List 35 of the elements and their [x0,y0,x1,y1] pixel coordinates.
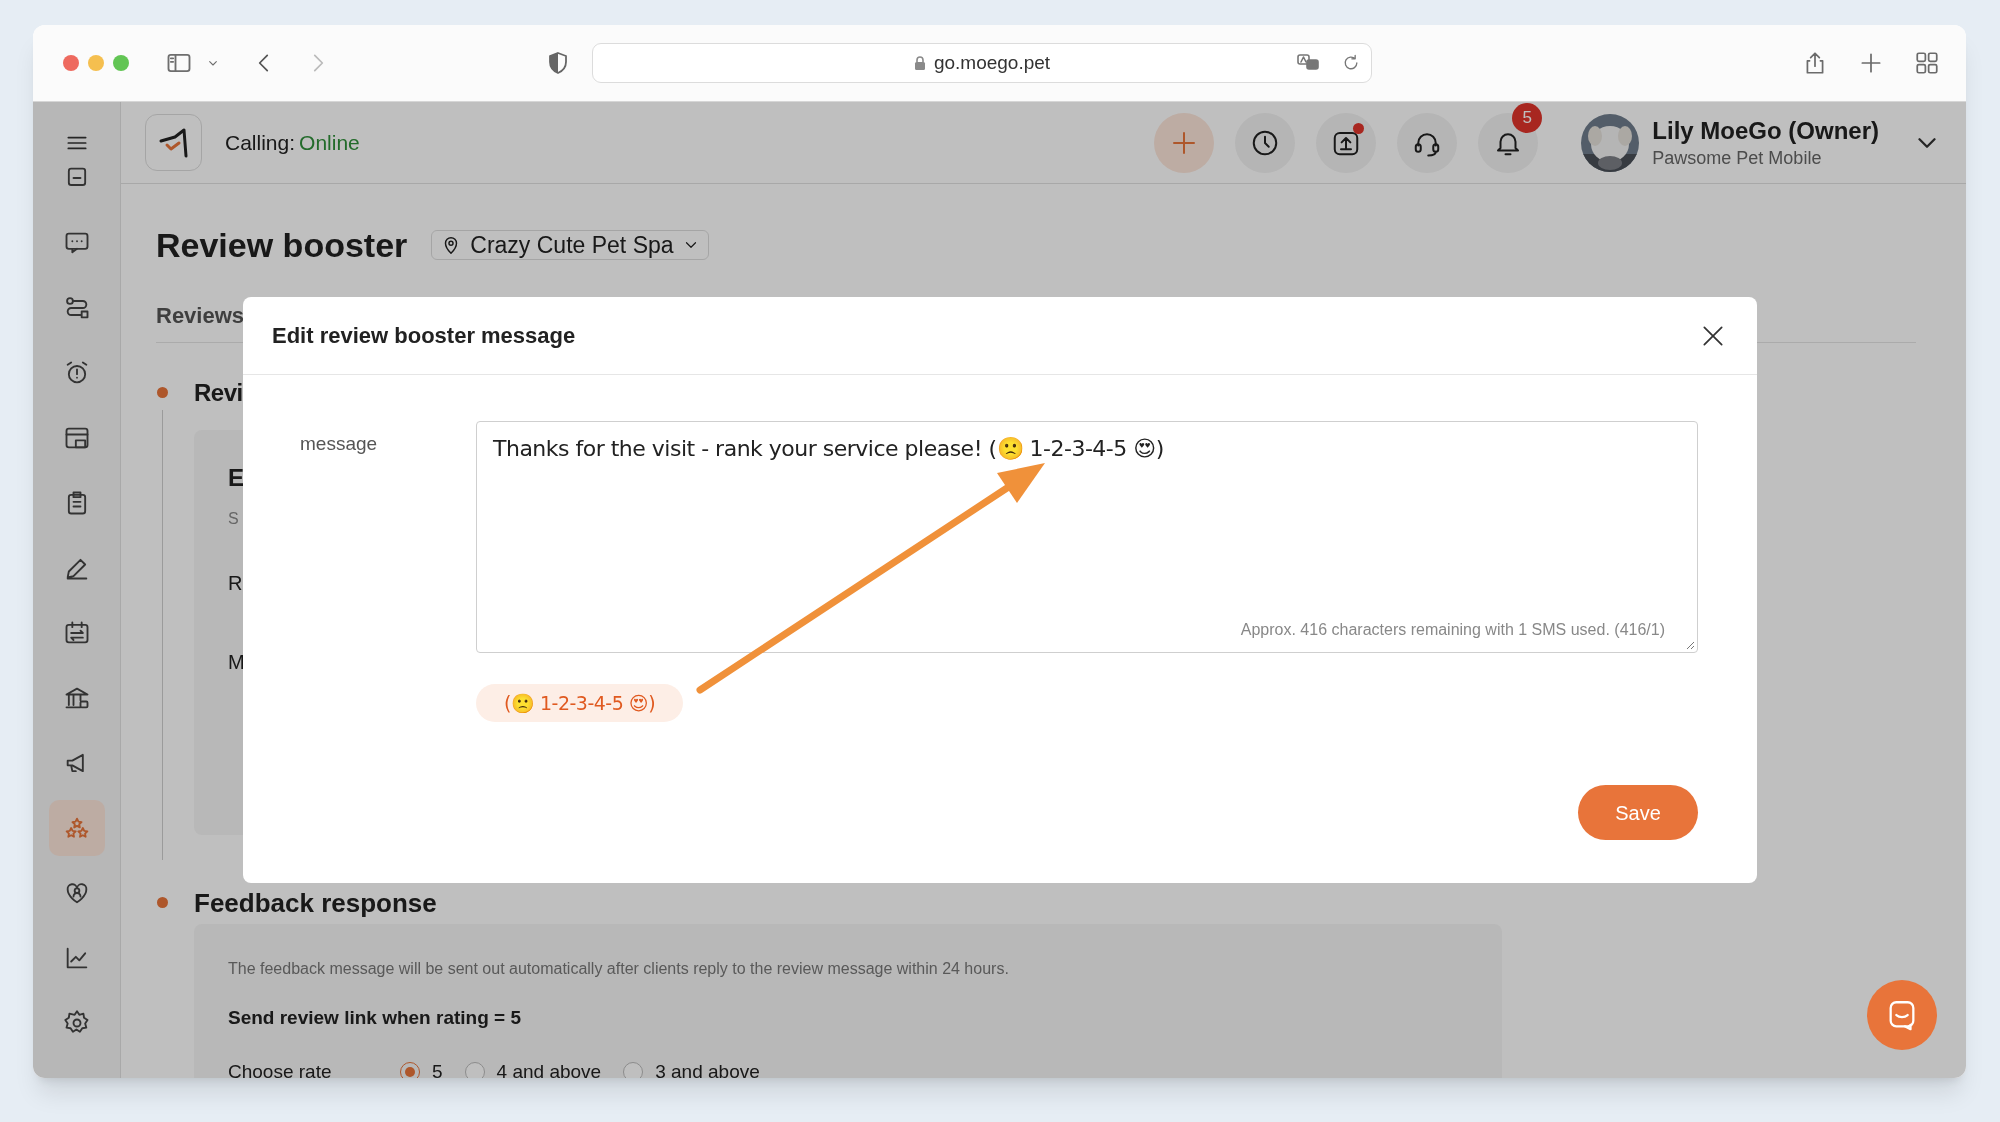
resize-handle-icon [1685,640,1695,650]
tab-overview-icon [1914,50,1940,76]
message-field[interactable]: Thanks for the visit - rank your service please! (🙁 1-2-3-4-5 😍) Approx. 416 characters remaining with 1 SMS used. (416/1) [476,421,1698,653]
tab[interactable]: Reviews [156,303,245,328]
note-text: S [228,509,240,529]
character-counter: Approx. 416 characters remaining with 1 SMS used. (416/1) [1240,620,1665,640]
address-bar[interactable]: go.moego.pet [592,43,1372,83]
logo-button[interactable] [145,114,202,171]
page-title: Review booster [156,224,408,266]
shield-icon[interactable] [546,51,570,75]
user-name: Lily MoeGo (Owner) [1652,115,1879,146]
field-label: M [228,650,246,675]
section-heading: E [228,464,245,492]
radio-option[interactable]: 4 and above [464,1058,602,1078]
calling-status: Online [299,129,360,156]
lock-icon [913,55,926,71]
notification-badge: 5 [1512,102,1543,133]
rule-text: Send review link when rating = 5 [228,1006,521,1030]
radio-button[interactable] [464,1062,485,1078]
business-name: Pawsome Pet Mobile [1652,146,1823,170]
close-window-button[interactable] [63,55,79,71]
section-title: Revi [194,378,244,408]
radio-option[interactable]: 3 and above [623,1058,760,1078]
location-dropdown[interactable]: Crazy Cute Pet Spa [431,230,709,260]
radio-button[interactable] [623,1062,644,1078]
radio-option[interactable]: 5 [400,1058,443,1078]
section-title: Feedback response [194,887,438,919]
calling-label: Calling: [225,129,296,156]
description-text: The feedback message will be sent out automatically after clients reply to the review message within 24 hours. [228,959,1009,979]
chevron-down-icon [1918,137,1936,148]
url-text: go.moego.pet [933,50,1051,75]
field-label: Choose rate [228,1060,333,1078]
dialog-title: Edit review booster message [272,322,576,350]
field-label: R [228,571,244,596]
field-label: message [300,432,379,456]
